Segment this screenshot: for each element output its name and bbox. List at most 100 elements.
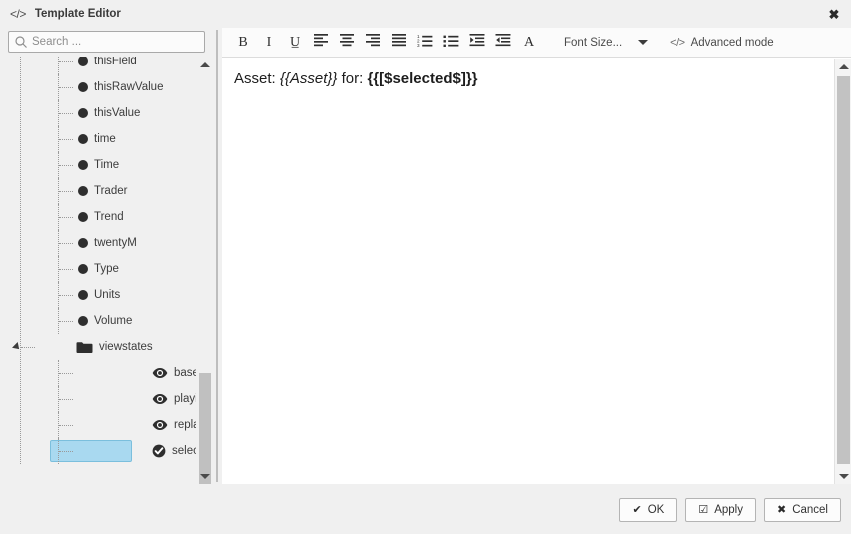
tree-spine-level2 xyxy=(58,126,59,152)
unordered-list-button[interactable] xyxy=(438,31,464,55)
editor-scroll-thumb[interactable] xyxy=(837,76,850,464)
tree-item-thisvalue[interactable]: thisValue xyxy=(0,100,196,126)
search-box[interactable] xyxy=(8,31,205,53)
template-editor-window: </> Template Editor ✖ thisField thisRawVa… xyxy=(0,0,851,534)
close-icon[interactable]: ✖ xyxy=(825,7,843,23)
tree-spine-level2 xyxy=(58,74,59,100)
tree-item-replayvalue[interactable]: replayValue xyxy=(0,412,196,438)
tree-connector xyxy=(59,165,73,166)
search-input[interactable] xyxy=(32,36,197,48)
tree-item-time[interactable]: time xyxy=(0,126,196,152)
align-center-button[interactable] xyxy=(334,31,360,55)
tree-scroll-down-icon[interactable] xyxy=(196,468,213,484)
tree-spine-level2 xyxy=(58,438,59,464)
tree-item-selected[interactable]: selected xyxy=(0,438,196,464)
tree-connector xyxy=(21,347,35,348)
search-icon xyxy=(14,35,28,49)
tree-item-thisfield[interactable]: thisField xyxy=(0,57,196,74)
tree-connector xyxy=(59,87,73,88)
tree-item-label: selected xyxy=(172,445,196,457)
collapse-triangle-icon[interactable] xyxy=(12,342,22,352)
ordered-list-button[interactable]: 123 xyxy=(412,31,438,55)
tree-item-label: thisValue xyxy=(94,107,141,119)
tree-connector xyxy=(59,425,73,426)
tree-item-label: thisField xyxy=(94,57,137,67)
align-right-button[interactable] xyxy=(360,31,386,55)
font-size-dropdown[interactable]: Font Size... xyxy=(564,36,649,49)
sidebar-panel: thisField thisRawValue thisValue time Time Tr… xyxy=(0,28,218,499)
tree-scroll-up-icon[interactable] xyxy=(196,57,213,73)
italic-token: {{Asset}} xyxy=(279,70,338,87)
panel-splitter[interactable] xyxy=(216,30,218,482)
align-justify-button[interactable] xyxy=(386,31,412,55)
tree-list: thisField thisRawValue thisValue time Time Tr… xyxy=(0,57,196,464)
tree-item-units[interactable]: Units xyxy=(0,282,196,308)
tree-item-twentym[interactable]: twentyM xyxy=(0,230,196,256)
tree-item-basetime[interactable]: basetime xyxy=(0,360,196,386)
align-justify-icon xyxy=(391,32,407,53)
svg-text:3: 3 xyxy=(417,43,420,48)
tree-connector xyxy=(59,217,73,218)
tree-spine-level2 xyxy=(58,100,59,126)
cancel-button[interactable]: ✖ Cancel xyxy=(763,498,841,522)
outdent-icon xyxy=(495,32,511,53)
tree-item-label: playing xyxy=(174,393,196,405)
tree-item-volume[interactable]: Volume xyxy=(0,308,196,334)
align-left-icon xyxy=(313,32,329,53)
tree-item-label: Type xyxy=(94,263,119,275)
italic-glyph: I xyxy=(266,34,272,50)
tree-scrollbar[interactable] xyxy=(196,57,213,499)
editor-scroll-up-icon[interactable] xyxy=(835,59,851,75)
apply-button[interactable]: ☑ Apply xyxy=(685,498,756,522)
tree-item-label: twentyM xyxy=(94,237,137,249)
tree-item-playing[interactable]: playing xyxy=(0,386,196,412)
tree-item-viewstates[interactable]: viewstates xyxy=(0,334,196,360)
footer-button-group: ✔ OK ☑ Apply ✖ Cancel xyxy=(619,498,841,522)
bold-token: {{[$selected$]}} xyxy=(367,70,478,87)
editor-scroll-down-icon[interactable] xyxy=(835,468,851,484)
code-icon: </> xyxy=(670,36,685,49)
underline-button[interactable]: U̲ xyxy=(282,31,308,55)
check-circle-icon xyxy=(76,444,166,458)
bullet-dot-icon xyxy=(78,238,88,248)
align-left-button[interactable] xyxy=(308,31,334,55)
bold-button[interactable]: B xyxy=(230,31,256,55)
indent-button[interactable] xyxy=(464,31,490,55)
tree-connector xyxy=(59,191,73,192)
tree-item-time[interactable]: Time xyxy=(0,152,196,178)
tree-item-type[interactable]: Type xyxy=(0,256,196,282)
font-size-label: Font Size... xyxy=(564,36,623,49)
ok-button[interactable]: ✔ OK xyxy=(619,498,678,522)
tree-connector xyxy=(59,269,73,270)
tree-spine-level2 xyxy=(58,204,59,230)
outdent-button[interactable] xyxy=(490,31,516,55)
tree-connector xyxy=(59,295,73,296)
italic-button[interactable]: I xyxy=(256,31,282,55)
titlebar: </> Template Editor ✖ xyxy=(0,0,851,28)
tree-connector xyxy=(59,61,73,62)
editor-content-area[interactable]: Asset: {{Asset}} for: {{[$selected$]}} xyxy=(222,59,834,484)
bullet-dot-icon xyxy=(78,316,88,326)
bullet-dot-icon xyxy=(78,212,88,222)
dialog-footer: ✔ OK ☑ Apply ✖ Cancel xyxy=(0,484,851,534)
apply-label: Apply xyxy=(714,504,743,516)
tree-spine-level2 xyxy=(58,412,59,438)
tree-viewport: thisField thisRawValue thisValue time Time Tr… xyxy=(0,57,196,484)
tree-connector xyxy=(59,113,73,114)
advanced-mode-link[interactable]: </> Advanced mode xyxy=(670,37,774,49)
tree-item-label: basetime xyxy=(174,367,196,379)
tree-spine-level2 xyxy=(58,230,59,256)
tree-item-trader[interactable]: Trader xyxy=(0,178,196,204)
template-text-line: Asset: {{Asset}} for: {{[$selected$]}} xyxy=(234,69,822,89)
bullet-dot-icon xyxy=(78,160,88,170)
tree-item-label: Time xyxy=(94,159,120,171)
underline-glyph: U̲ xyxy=(289,34,301,50)
editor-scrollbar[interactable] xyxy=(834,59,851,484)
code-icon: </> xyxy=(10,7,26,21)
tree-item-trend[interactable]: Trend xyxy=(0,204,196,230)
tree-item-label: viewstates xyxy=(99,341,153,353)
tree-item-thisrawvalue[interactable]: thisRawValue xyxy=(0,74,196,100)
apply-icon: ☑ xyxy=(698,503,709,516)
tree-item-label: Units xyxy=(94,289,121,301)
font-color-button[interactable]: A xyxy=(516,31,542,55)
